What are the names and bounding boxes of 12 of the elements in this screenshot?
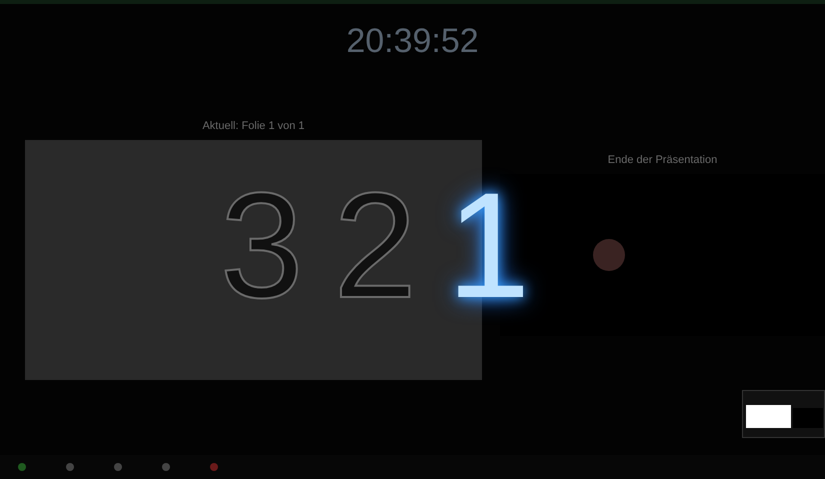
pointer-dot-icon [592,238,626,272]
clock-time: 20:39:52 [346,21,479,62]
circle-icon [66,463,74,471]
countdown-digit: 3 [220,170,304,320]
countdown-digit: 2 [333,170,417,320]
circle-icon [114,463,122,471]
circle-icon [162,463,170,471]
countdown-digit: 1 [446,170,530,320]
next-slide-label: Ende der Präsentation [608,154,718,166]
current-slide-label: Aktuell: Folie 1 von 1 [202,120,305,132]
circle-icon [210,463,218,471]
circle-icon [18,463,26,471]
